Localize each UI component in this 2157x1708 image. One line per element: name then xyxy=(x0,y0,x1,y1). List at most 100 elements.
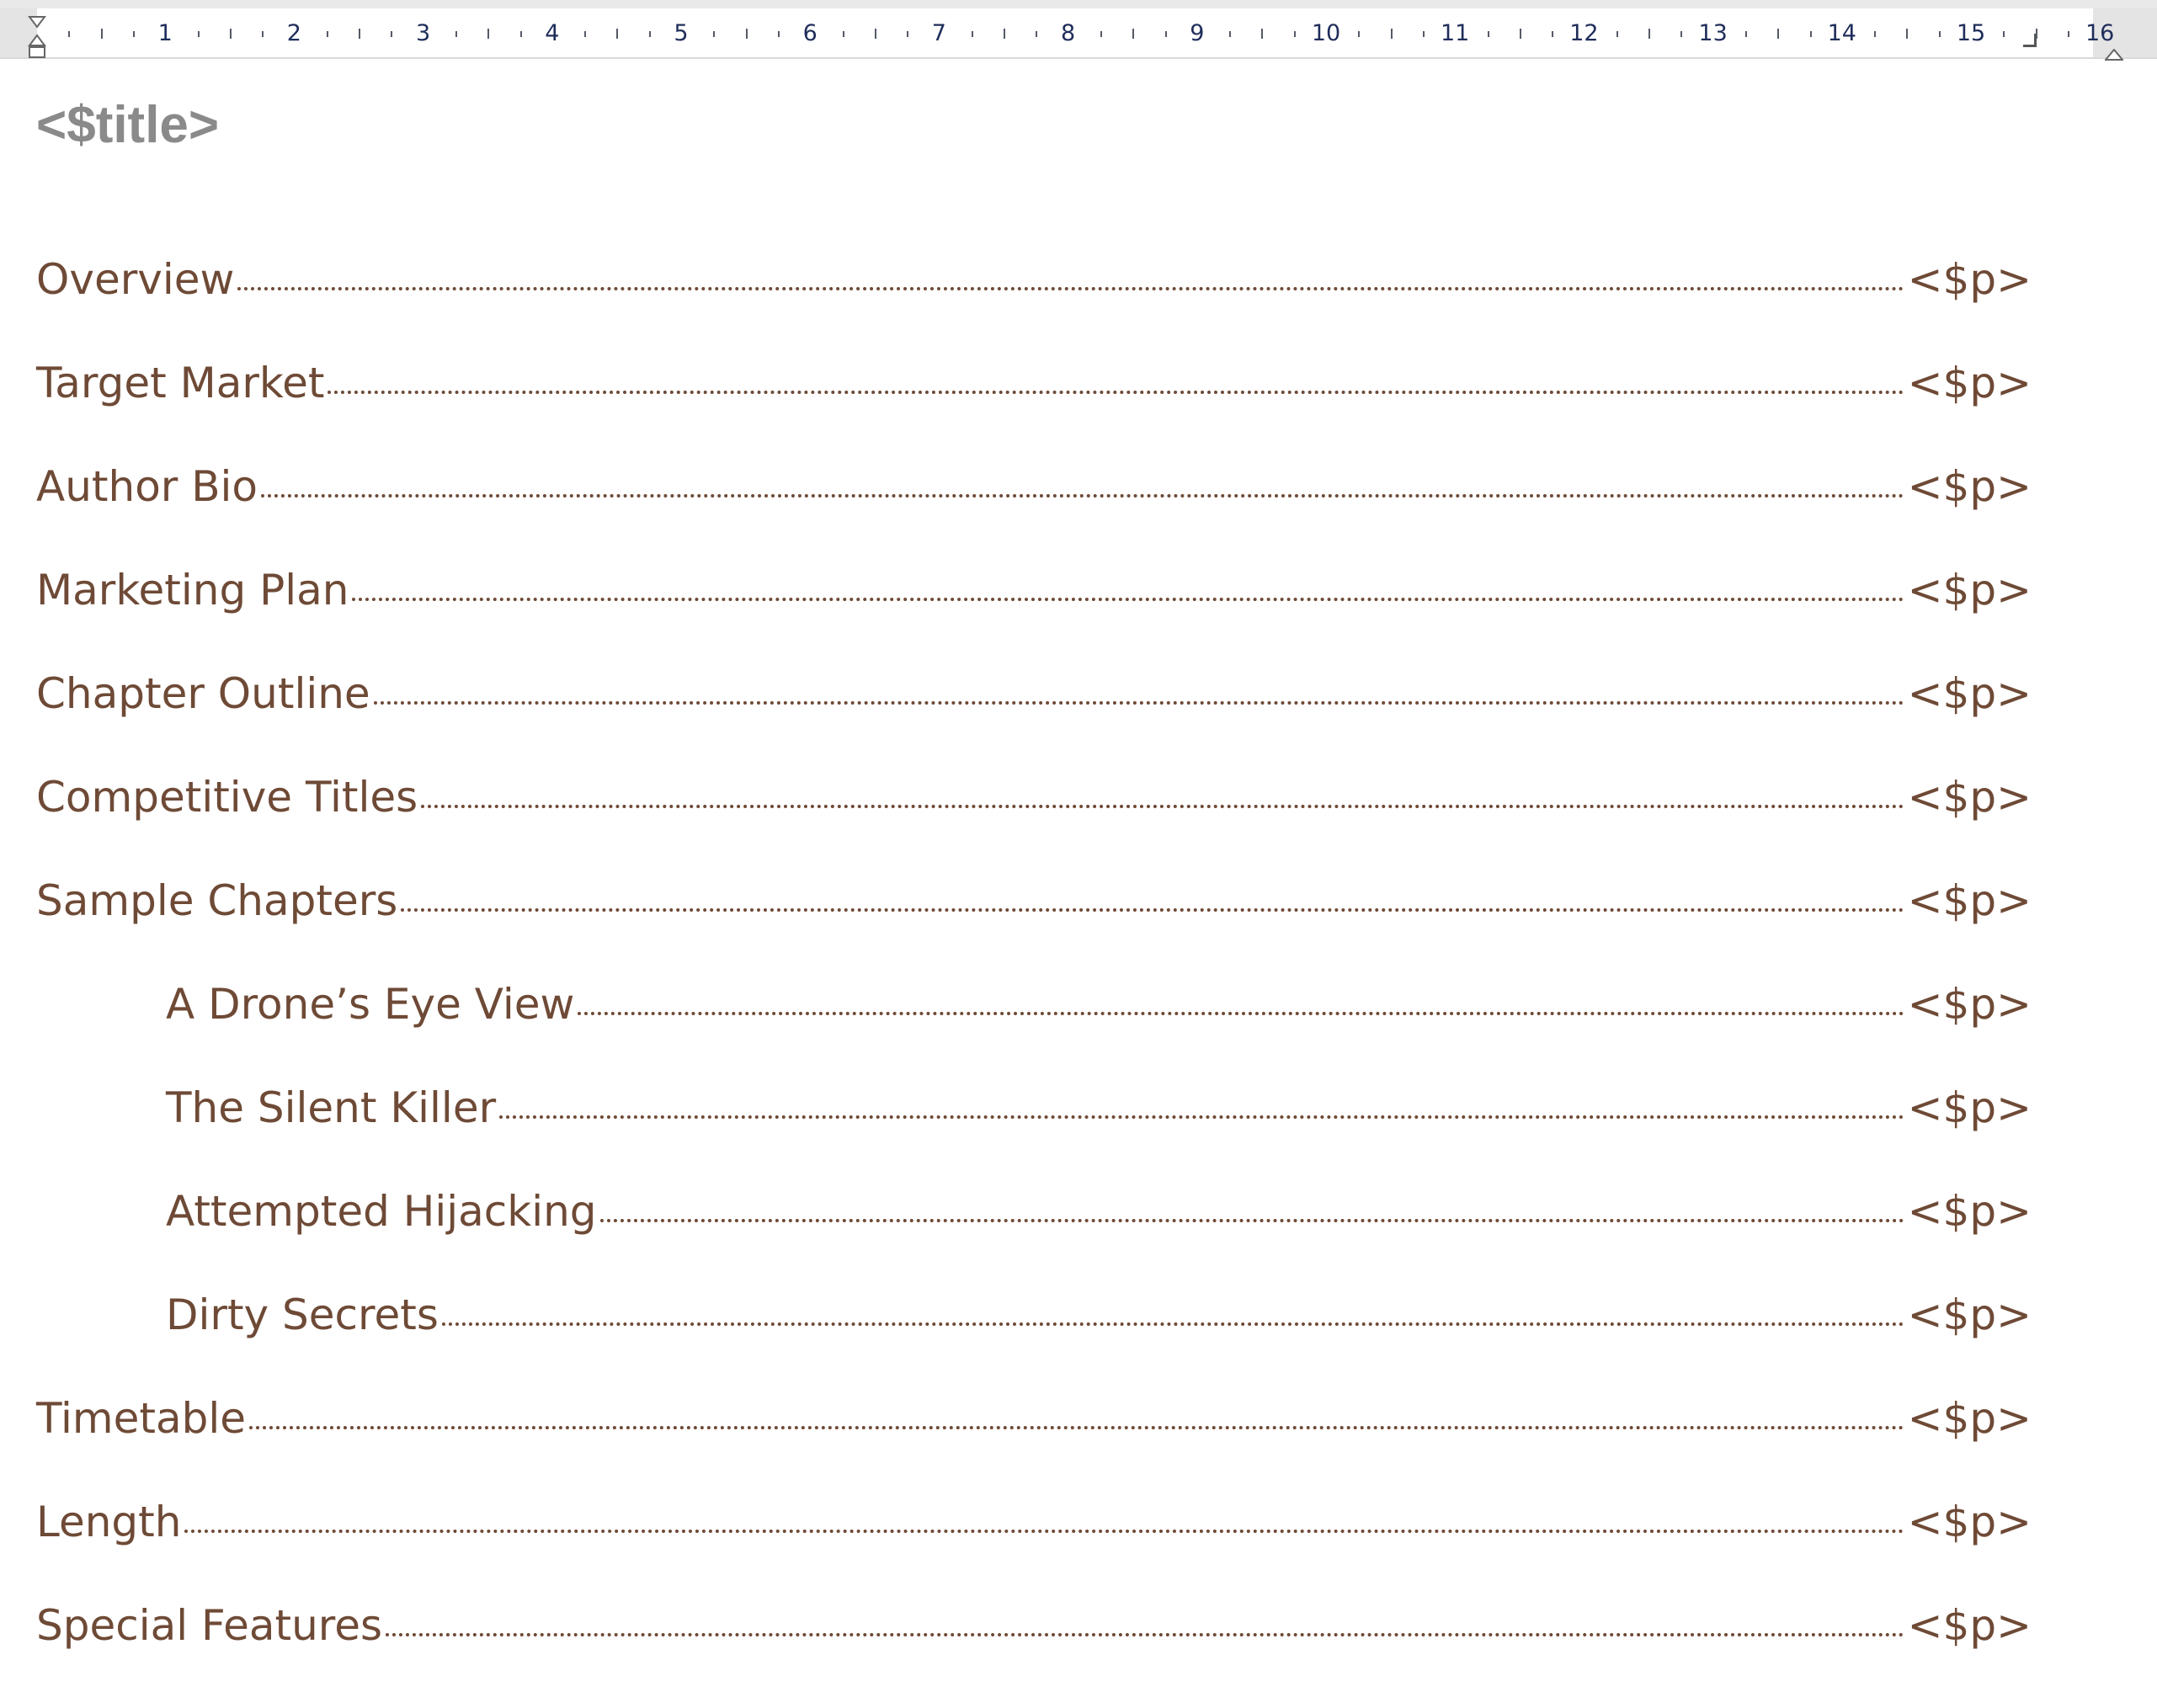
horizontal-ruler[interactable]: 1 2 3 4 5 6 7 8 9 10 11 12 13 14 15 16 xyxy=(0,0,2157,61)
ruler-tick xyxy=(842,31,844,37)
ruler-tick xyxy=(519,31,522,37)
toc-dot-leader xyxy=(421,805,1904,808)
toc-dot-leader xyxy=(352,598,1904,601)
ruler-number: 16 xyxy=(2085,20,2115,46)
toc-entry-label: Marketing Plan xyxy=(36,566,349,615)
toc-dot-leader xyxy=(441,1322,1904,1326)
ruler-tick xyxy=(68,31,71,37)
toc-entry-label: Target Market xyxy=(36,359,325,407)
toc-dot-leader xyxy=(184,1530,1904,1533)
toc-page-number: <$p> xyxy=(1907,1394,2032,1443)
toc-entry[interactable]: Sample Chapters <$p> xyxy=(36,880,2032,983)
toc-entry-label: Overview xyxy=(36,255,235,304)
ruler-tick xyxy=(132,31,135,37)
ruler-tick xyxy=(1906,29,1909,39)
toc-entry-label: Attempted Hijacking xyxy=(166,1187,597,1236)
toc-entry[interactable]: A Drone’s Eye View <$p> xyxy=(36,983,2032,1087)
toc-entry-label: Special Features xyxy=(36,1601,383,1650)
ruler-tick xyxy=(359,29,360,39)
toc-dot-leader xyxy=(401,908,1904,912)
ruler-tick xyxy=(262,31,264,37)
ruler-number: 4 xyxy=(545,20,560,46)
toc-entry[interactable]: Target Market <$p> xyxy=(36,362,2032,466)
toc-entry[interactable]: Dirty Secrets <$p> xyxy=(36,1294,2032,1397)
toc-page-number: <$p> xyxy=(1907,669,2032,718)
ruler-tick xyxy=(1132,29,1135,39)
ruler-tick xyxy=(100,29,103,39)
toc-entry[interactable]: Chapter Outline <$p> xyxy=(36,673,2032,776)
document-title[interactable]: <$title> xyxy=(36,99,219,152)
right-indent-marker-icon[interactable] xyxy=(2105,49,2123,61)
ruler-tick xyxy=(584,31,587,37)
ruler-tick xyxy=(455,31,457,37)
left-indent-marker-icon[interactable] xyxy=(28,15,46,61)
toc-dot-leader xyxy=(261,494,1904,498)
ruler-tick xyxy=(1229,31,1232,37)
toc-entry[interactable]: Length <$p> xyxy=(36,1501,2032,1604)
ruler-tick xyxy=(971,31,973,37)
toc-page-number: <$p> xyxy=(1907,1601,2032,1650)
ruler-tick xyxy=(1648,29,1650,39)
toc-entry[interactable]: Special Features <$p> xyxy=(36,1604,2032,1708)
toc-dot-leader xyxy=(599,1219,1904,1222)
toc-entry[interactable]: Author Bio <$p> xyxy=(36,466,2032,569)
toc-page-number: <$p> xyxy=(1907,1083,2032,1132)
right-tab-stop-icon[interactable] xyxy=(2023,34,2037,47)
toc-page-number: <$p> xyxy=(1907,566,2032,615)
ruler-tick xyxy=(1874,31,1877,37)
ruler-tick xyxy=(391,31,393,37)
ruler-number: 14 xyxy=(1827,20,1856,46)
ruler-number: 15 xyxy=(1956,20,1986,46)
ruler-number: 6 xyxy=(802,20,818,46)
toc-entry[interactable]: Attempted Hijacking <$p> xyxy=(36,1190,2032,1294)
toc-entry-label: Dirty Secrets xyxy=(166,1290,439,1339)
ruler-tick xyxy=(1809,31,1812,37)
toc-dot-leader xyxy=(249,1426,1904,1429)
toc-dot-leader xyxy=(328,391,1904,394)
toc-page-number: <$p> xyxy=(1907,876,2032,925)
toc-entry-label: Length xyxy=(36,1498,182,1546)
toc-entry[interactable]: The Silent Killer <$p> xyxy=(36,1087,2032,1190)
ruler-tick xyxy=(1390,29,1393,39)
ruler-number: 1 xyxy=(157,20,173,46)
ruler-tick xyxy=(1261,29,1264,39)
ruler-tick xyxy=(648,31,651,37)
toc-dot-leader xyxy=(578,1012,1904,1015)
toc-entry-label: A Drone’s Eye View xyxy=(166,980,575,1029)
toc-entry-label: Author Bio xyxy=(36,462,258,511)
ruler-tick xyxy=(1358,31,1361,37)
ruler-tick xyxy=(1004,29,1005,39)
toc-entry-label: Competitive Titles xyxy=(36,773,418,822)
ruler-number: 2 xyxy=(286,20,301,46)
toc-dot-leader xyxy=(499,1115,1904,1119)
ruler-tick xyxy=(1036,31,1038,37)
ruler-tick xyxy=(777,31,780,37)
ruler-tick xyxy=(713,31,716,37)
table-of-contents: Overview <$p> Target Market <$p> Author Bio <… xyxy=(36,258,2032,1708)
toc-entry-label: The Silent Killer xyxy=(166,1083,497,1132)
toc-entry[interactable]: Timetable <$p> xyxy=(36,1397,2032,1501)
ruler-tick xyxy=(2067,31,2069,37)
toc-page-number: <$p> xyxy=(1907,359,2032,407)
ruler-tick xyxy=(1744,31,1747,37)
ruler-number: 9 xyxy=(1190,20,1205,46)
ruler-tick xyxy=(1519,29,1521,39)
toc-page-number: <$p> xyxy=(1907,462,2032,511)
toc-entry[interactable]: Overview <$p> xyxy=(36,258,2032,362)
ruler-number: 13 xyxy=(1698,20,1728,46)
ruler-tick xyxy=(1552,31,1554,37)
toc-entry-label: Sample Chapters xyxy=(36,876,398,925)
toc-page-number: <$p> xyxy=(1907,1290,2032,1339)
ruler-tick xyxy=(1616,31,1618,37)
ruler-tick xyxy=(616,29,619,39)
ruler-tick xyxy=(1777,29,1780,39)
ruler-number: 3 xyxy=(416,20,431,46)
toc-entry[interactable]: Competitive Titles <$p> xyxy=(36,776,2032,880)
ruler-tick xyxy=(874,29,876,39)
ruler-tick xyxy=(1100,31,1102,37)
toc-entry[interactable]: Marketing Plan <$p> xyxy=(36,569,2032,673)
toc-dot-leader xyxy=(373,701,1904,705)
toc-page-number: <$p> xyxy=(1907,1498,2032,1546)
ruler-tick xyxy=(197,31,200,37)
ruler-tick xyxy=(326,31,328,37)
